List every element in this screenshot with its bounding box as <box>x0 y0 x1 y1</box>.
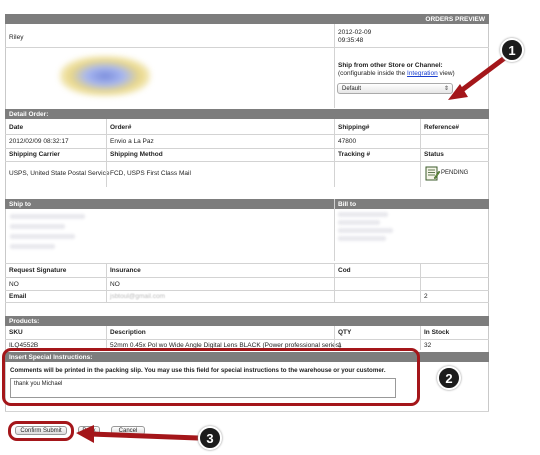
callout-badge-1: 1 <box>500 38 524 62</box>
callout-arrow-1 <box>455 54 509 96</box>
callout-number-1: 1 <box>508 42 516 58</box>
callout-badge-3: 3 <box>198 426 222 450</box>
callout-arrow-3 <box>87 431 201 441</box>
callout-number-2: 2 <box>445 370 453 386</box>
callout-badge-2: 2 <box>437 366 461 390</box>
callout-arrows <box>76 54 509 443</box>
callout-arrowhead-3 <box>76 425 94 443</box>
callout-number-3: 3 <box>206 430 214 446</box>
